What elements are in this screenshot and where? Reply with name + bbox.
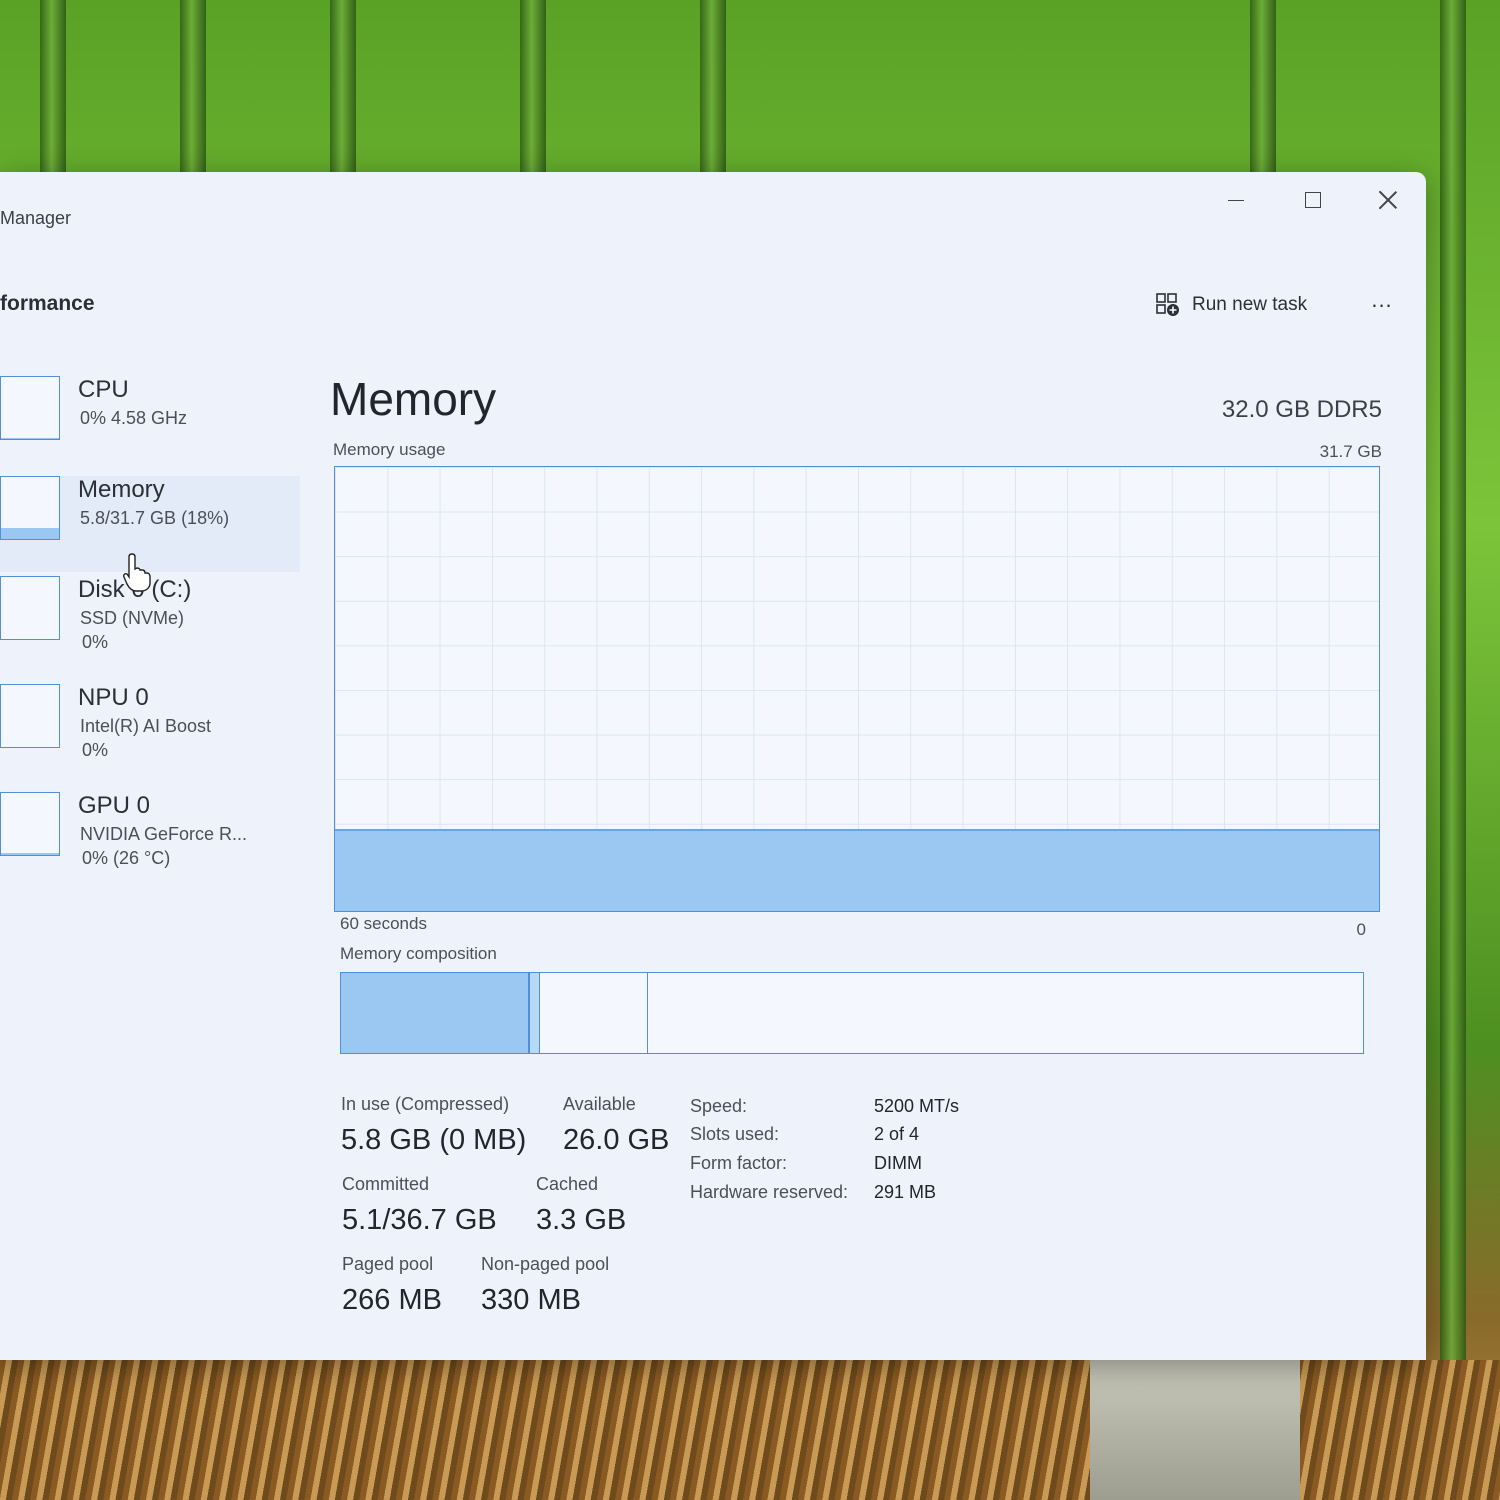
hardware-reserved-value: 291 MB bbox=[874, 1182, 937, 1202]
sidebar-item-detail: NVIDIA GeForce R... bbox=[80, 824, 248, 844]
non-paged-pool-label: Non-paged pool bbox=[481, 1254, 610, 1274]
page-header: formance Run new task ... bbox=[0, 262, 1426, 344]
close-button[interactable] bbox=[1368, 186, 1408, 216]
graph-time-span: 60 seconds bbox=[340, 914, 427, 933]
memory-thumbnail-fill bbox=[1, 527, 59, 539]
hand-cursor-icon bbox=[123, 553, 151, 592]
composition-standby bbox=[540, 973, 648, 1053]
page-title: formance bbox=[0, 292, 95, 315]
sidebar-item-label: Memory bbox=[78, 476, 165, 503]
usage-graph-label: Memory usage bbox=[333, 440, 446, 459]
gpu-thumbnail-fill bbox=[1, 853, 59, 855]
committed-value: 5.1/36.7 GB bbox=[342, 1204, 497, 1236]
sidebar-item-cpu[interactable]: CPU 0% 4.58 GHz bbox=[0, 376, 300, 472]
sidebar-item-usage: 0% bbox=[82, 740, 109, 760]
cpu-thumbnail-graph bbox=[0, 376, 60, 440]
available-label: Available bbox=[563, 1094, 636, 1114]
path bbox=[1090, 1360, 1300, 1500]
sidebar-item-label: NPU 0 bbox=[78, 684, 149, 711]
composition-label: Memory composition bbox=[340, 944, 497, 963]
npu-thumbnail-graph bbox=[0, 684, 60, 748]
title-bar[interactable]: Manager bbox=[0, 172, 1426, 262]
speed-value: 5200 MT/s bbox=[874, 1096, 960, 1116]
sidebar-item-usage: 0% bbox=[82, 632, 109, 652]
cached-value: 3.3 GB bbox=[536, 1204, 627, 1236]
cpu-thumbnail-fill bbox=[1, 437, 59, 439]
composition-in-use bbox=[341, 973, 530, 1053]
run-new-task-button[interactable]: Run new task bbox=[1154, 290, 1307, 320]
paged-pool-label: Paged pool bbox=[342, 1254, 434, 1274]
sidebar-item-npu[interactable]: NPU 0 Intel(R) AI Boost 0% bbox=[0, 684, 300, 780]
run-new-task-label: Run new task bbox=[1192, 294, 1308, 315]
minimize-button[interactable] bbox=[1216, 186, 1256, 216]
sidebar-item-gpu[interactable]: GPU 0 NVIDIA GeForce R... 0% (26 °C) bbox=[0, 792, 300, 888]
maximize-button[interactable] bbox=[1292, 186, 1332, 216]
sidebar-item-label: GPU 0 bbox=[78, 792, 151, 819]
form-factor-value: DIMM bbox=[874, 1153, 922, 1173]
memory-thumbnail-graph bbox=[0, 476, 60, 540]
disk-thumbnail-graph bbox=[0, 576, 60, 640]
memory-usage-graph bbox=[334, 466, 1380, 912]
hardware-reserved-key: Hardware reserved: bbox=[690, 1182, 849, 1202]
more-options-button[interactable]: ... bbox=[1364, 289, 1400, 318]
app-title: Manager bbox=[0, 208, 72, 228]
bamboo-stalk bbox=[1440, 0, 1466, 1500]
sidebar-item-detail: 5.8/31.7 GB (18%) bbox=[80, 508, 230, 528]
gpu-thumbnail-graph bbox=[0, 792, 60, 856]
form-factor-key: Form factor: bbox=[690, 1153, 788, 1173]
non-paged-pool-value: 330 MB bbox=[481, 1284, 581, 1316]
task-manager-window: Manager formance Run new task ... CPU 0%… bbox=[0, 172, 1426, 1360]
sidebar-item-detail: Intel(R) AI Boost bbox=[80, 716, 212, 736]
in-use-value: 5.8 GB (0 MB) bbox=[341, 1124, 527, 1156]
paged-pool-value: 266 MB bbox=[342, 1284, 442, 1316]
sidebar-item-usage: 0% (26 °C) bbox=[82, 848, 171, 868]
slots-value: 2 of 4 bbox=[874, 1124, 920, 1144]
cached-label: Cached bbox=[536, 1174, 599, 1194]
speed-key: Speed: bbox=[690, 1096, 748, 1116]
slots-key: Slots used: bbox=[690, 1124, 780, 1144]
sidebar-item-detail: 0% 4.58 GHz bbox=[80, 408, 188, 428]
sidebar-item-detail: SSD (NVMe) bbox=[80, 608, 185, 628]
available-value: 26.0 GB bbox=[563, 1124, 670, 1156]
memory-spec: 32.0 GB DDR5 bbox=[1221, 396, 1382, 423]
in-use-label: In use (Compressed) bbox=[341, 1094, 510, 1114]
memory-composition-bar bbox=[340, 972, 1364, 1054]
sidebar-item-label: CPU bbox=[78, 376, 129, 403]
composition-modified bbox=[529, 973, 541, 1053]
usage-graph-max: 31.7 GB bbox=[1319, 442, 1382, 461]
committed-label: Committed bbox=[342, 1174, 430, 1194]
memory-title: Memory bbox=[330, 373, 497, 425]
graph-time-zero: 0 bbox=[1356, 920, 1366, 939]
run-task-icon bbox=[1156, 293, 1179, 316]
memory-usage-fill bbox=[335, 829, 1379, 911]
